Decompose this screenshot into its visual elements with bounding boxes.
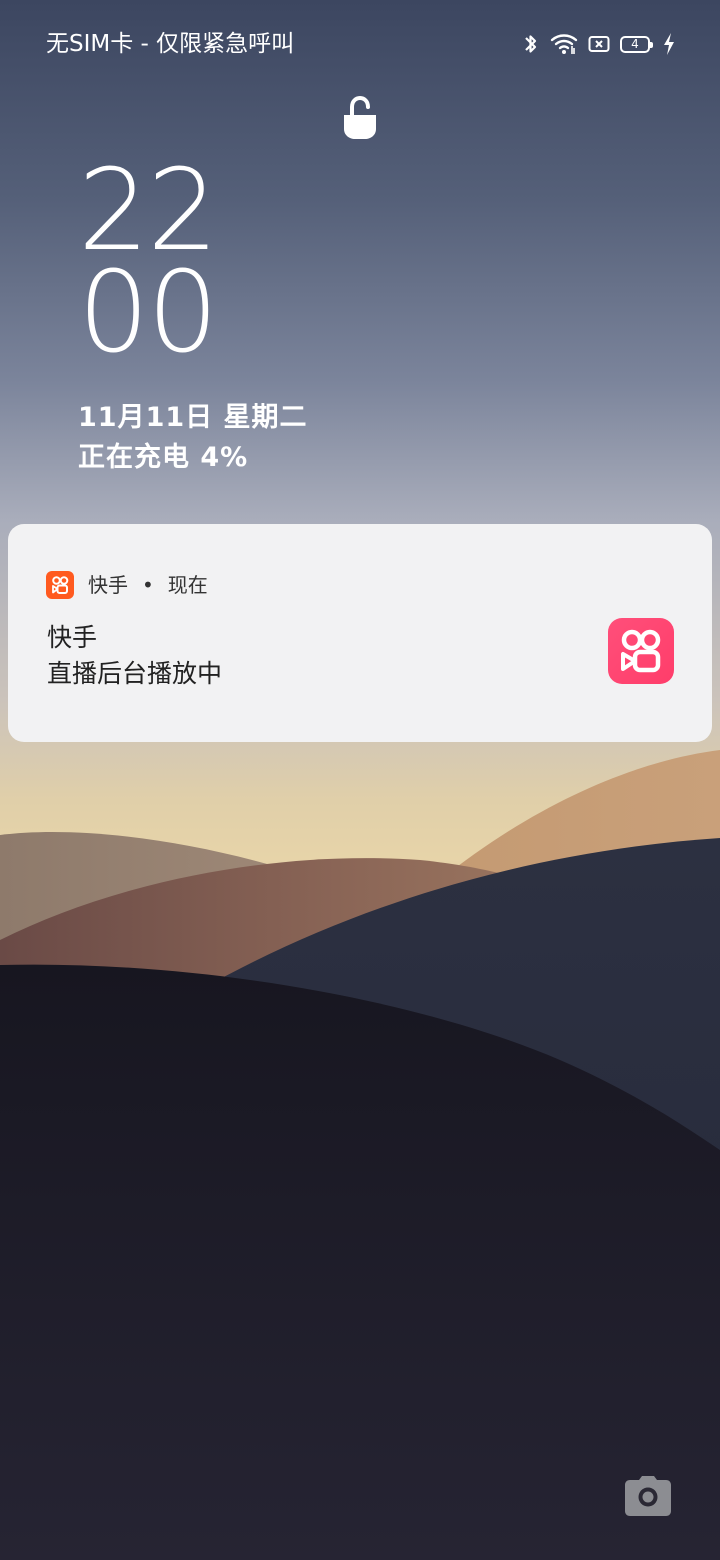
carrier-status-text: 无SIM卡 - 仅限紧急呼叫 [46,31,295,57]
status-bar: 无SIM卡 - 仅限紧急呼叫 4 [0,0,720,88]
bluetooth-icon [522,32,540,56]
clock-minutes: 00 [78,248,219,378]
notification-title: 快手 [47,623,98,652]
notification-time: 现在 [167,573,208,597]
wifi-icon [550,33,578,55]
battery-icon: 4 [620,35,653,53]
status-icons: 4 [522,31,676,57]
kuaishou-small-icon [46,571,74,599]
camera-icon[interactable] [624,1474,672,1518]
notification-separator: • [142,573,154,597]
sim-card-icon [588,35,610,53]
charging-status-text: 正在充电 4% [78,442,249,473]
clock-hours: 22 [78,146,219,276]
lock-open-icon[interactable] [342,95,378,141]
date-text: 11月11日 星期二 [78,402,308,433]
notification-body: 直播后台播放中 [47,659,223,688]
charging-bolt-icon [662,32,676,56]
battery-level-text: 4 [631,37,639,51]
kuaishou-icon [608,618,674,684]
notification-header: 快手 • 现在 [46,570,208,600]
notification-app-name: 快手 [88,573,128,597]
notification-card[interactable]: 快手 • 现在 快手 直播后台播放中 [8,524,712,742]
lockscreen-clock: 22 00 [78,146,278,378]
